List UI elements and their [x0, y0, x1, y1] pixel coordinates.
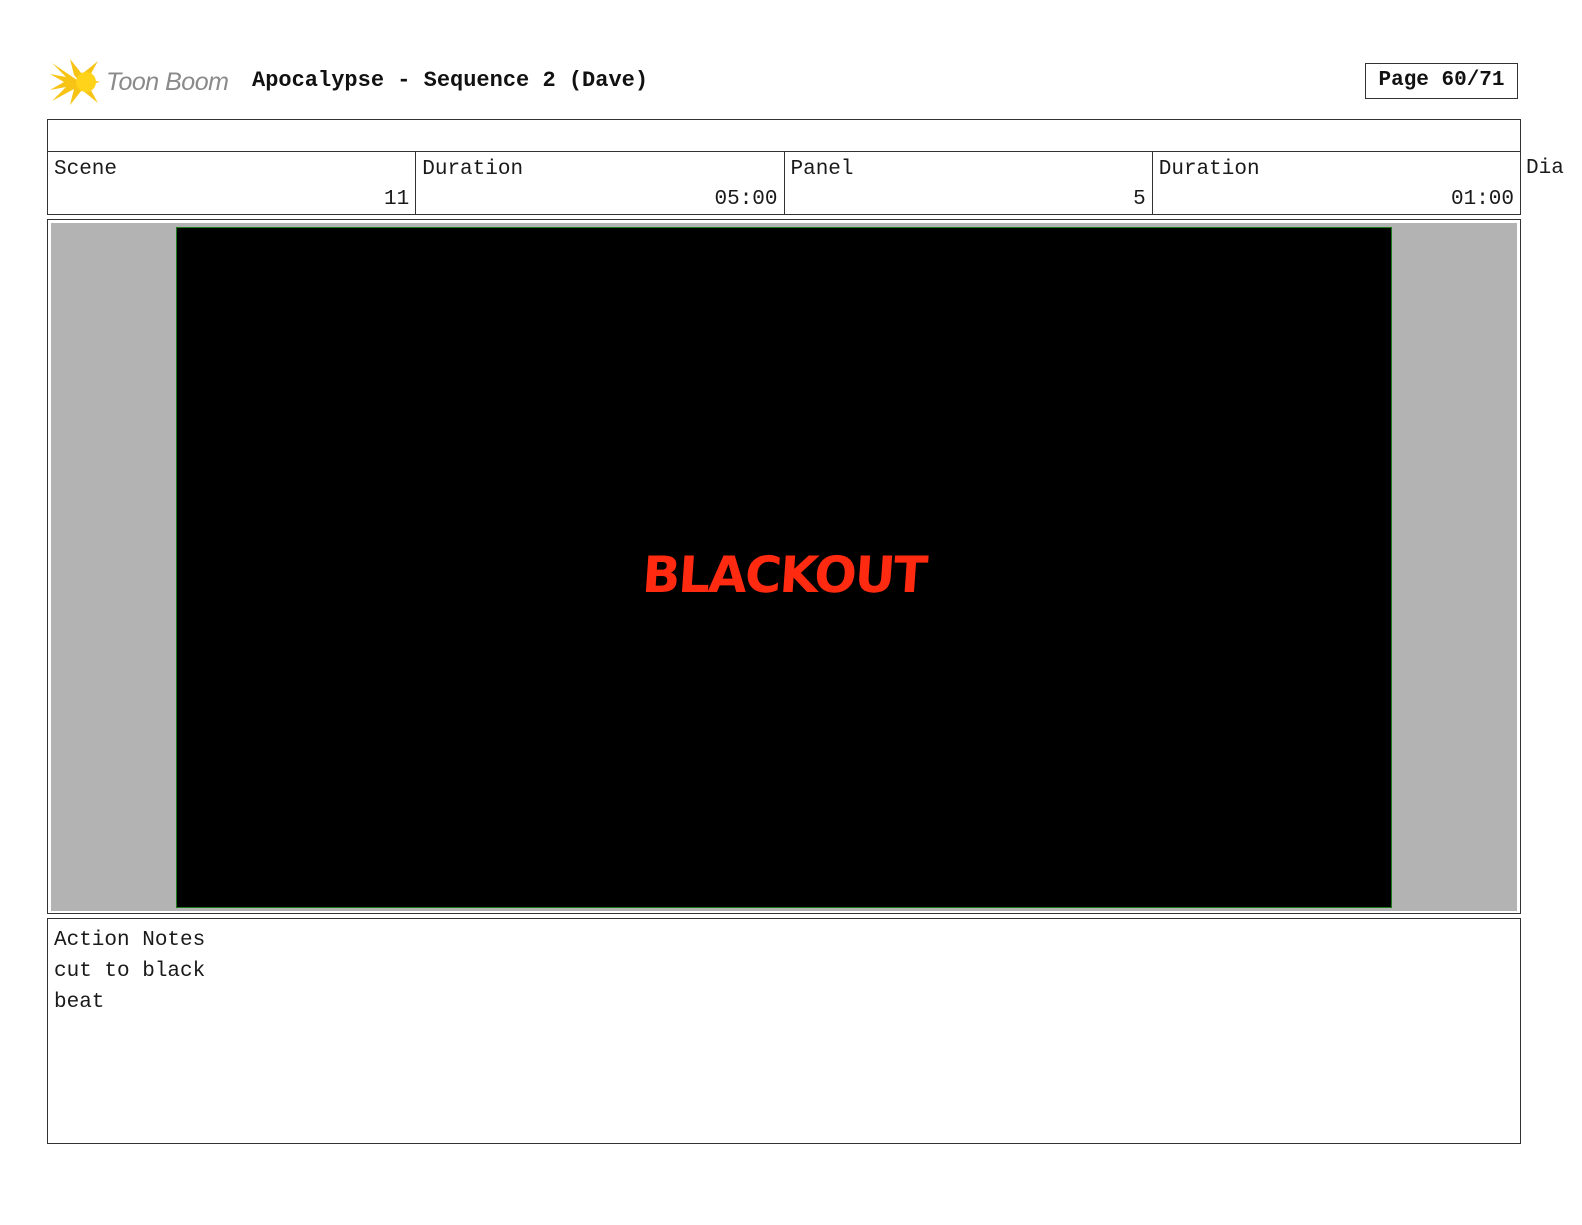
scene-cell: Scene 11 [48, 152, 417, 214]
panel-label: Panel [790, 158, 854, 181]
action-notes-box: Action Notes cut to black beat [47, 918, 1521, 1144]
app-logo: Toon Boom [50, 56, 229, 108]
dialogue-label-clipped: Dia [1526, 157, 1564, 180]
scene-label: Scene [54, 158, 118, 181]
panel-duration-label: Duration [1158, 158, 1260, 181]
action-notes-line: cut to black [54, 960, 206, 983]
toon-boom-logo-icon [50, 59, 100, 105]
header-blank-row [47, 119, 1521, 152]
panel-caption: BLACKOUT [640, 546, 928, 604]
action-notes-line: beat [54, 991, 105, 1014]
panel-duration-cell: Duration 01:00 [1153, 152, 1520, 214]
scene-duration-value: 05:00 [714, 188, 778, 211]
document-title: Apocalypse - Sequence 2 (Dave) [252, 68, 649, 93]
logo-text: Toon Boom [106, 67, 229, 96]
scene-duration-cell: Duration 05:00 [416, 152, 785, 214]
scene-value: 11 [384, 188, 410, 211]
panel-duration-value: 01:00 [1450, 188, 1514, 211]
panel-cell: Panel 5 [785, 152, 1153, 214]
panel-image: BLACKOUT [176, 227, 1392, 908]
action-notes-title: Action Notes [54, 929, 206, 952]
scene-duration-label: Duration [422, 158, 524, 181]
page-number: Page 60/71 [1365, 63, 1518, 99]
panel-value: 5 [1133, 188, 1146, 211]
panel-info-row: Scene 11 Duration 05:00 Panel 5 Duration… [47, 151, 1521, 215]
